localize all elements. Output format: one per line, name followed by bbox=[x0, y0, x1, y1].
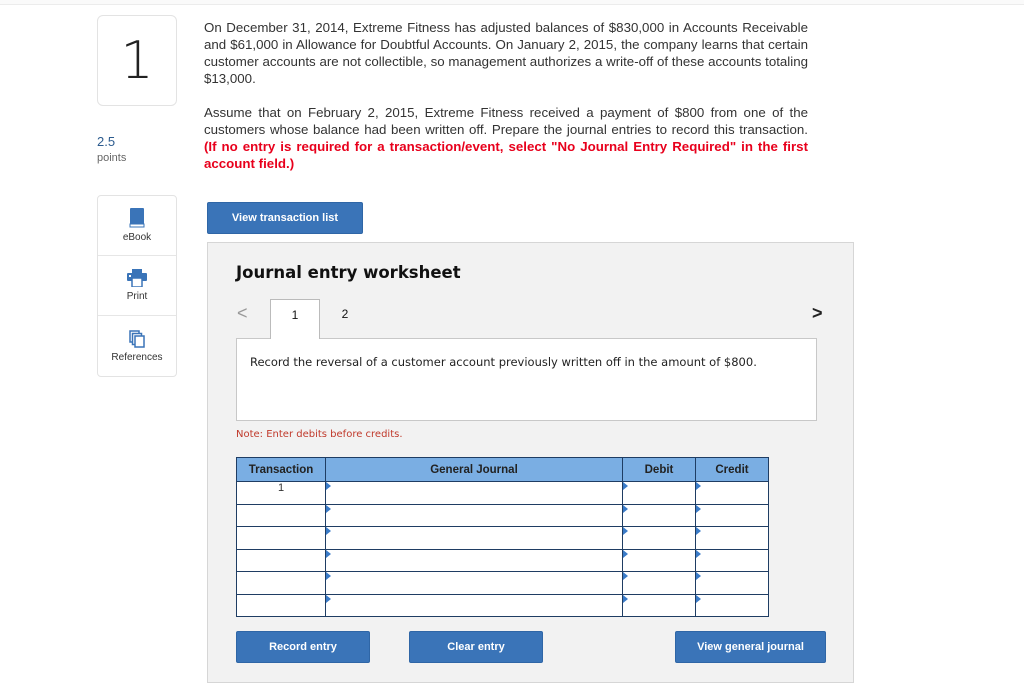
credit-input[interactable] bbox=[695, 593, 769, 617]
dropdown-marker-icon bbox=[623, 482, 628, 490]
view-general-journal-button[interactable]: View general journal bbox=[675, 631, 826, 663]
question-number: 1 bbox=[120, 30, 154, 91]
worksheet-title: Journal entry worksheet bbox=[236, 263, 461, 282]
debit-input[interactable] bbox=[622, 526, 696, 550]
account-input[interactable] bbox=[325, 503, 623, 527]
previous-arrow-icon[interactable]: < bbox=[237, 303, 248, 324]
journal-table: Transaction General Journal Debit Credit… bbox=[236, 457, 769, 617]
print-button[interactable]: Print bbox=[98, 256, 176, 316]
credit-input[interactable] bbox=[695, 548, 769, 572]
table-row bbox=[236, 548, 769, 572]
table-row bbox=[236, 503, 769, 527]
dropdown-marker-icon bbox=[623, 527, 628, 535]
transaction-cell bbox=[236, 526, 326, 550]
dropdown-marker-icon bbox=[326, 482, 331, 490]
ebook-button[interactable]: eBook bbox=[98, 196, 176, 256]
debit-input[interactable] bbox=[622, 481, 696, 505]
table-row bbox=[236, 526, 769, 550]
account-input[interactable] bbox=[325, 481, 623, 505]
top-bar bbox=[0, 0, 1024, 5]
transaction-cell: 1 bbox=[236, 481, 326, 505]
question-paragraph-1: On December 31, 2014, Extreme Fitness ha… bbox=[204, 20, 808, 86]
debits-note: Note: Enter debits before credits. bbox=[236, 429, 403, 440]
credit-input[interactable] bbox=[695, 571, 769, 595]
references-button[interactable]: References bbox=[98, 316, 176, 376]
dropdown-marker-icon bbox=[326, 549, 331, 558]
dropdown-marker-icon bbox=[623, 504, 628, 513]
dropdown-marker-icon bbox=[696, 504, 701, 513]
debit-input[interactable] bbox=[622, 548, 696, 572]
documents-icon bbox=[129, 329, 145, 348]
dropdown-marker-icon bbox=[696, 482, 701, 490]
header-general-journal: General Journal bbox=[325, 457, 623, 482]
tab-1[interactable]: 1 bbox=[270, 299, 320, 339]
question-instruction: (If no entry is required for a transacti… bbox=[204, 139, 808, 171]
next-arrow-icon[interactable]: > bbox=[812, 303, 823, 324]
journal-header-row: Transaction General Journal Debit Credit bbox=[236, 457, 769, 482]
header-credit: Credit bbox=[695, 457, 769, 482]
credit-input[interactable] bbox=[695, 503, 769, 527]
points-value: 2.5 bbox=[97, 134, 116, 149]
clear-entry-button[interactable]: Clear entry bbox=[409, 631, 543, 663]
transaction-prompt: Record the reversal of a customer accoun… bbox=[236, 338, 817, 421]
question-paragraph-2: Assume that on February 2, 2015, Extreme… bbox=[204, 104, 808, 172]
dropdown-marker-icon bbox=[326, 594, 331, 603]
transaction-cell bbox=[236, 548, 326, 572]
print-label: Print bbox=[126, 291, 148, 302]
references-label: References bbox=[111, 351, 163, 363]
dropdown-marker-icon bbox=[326, 572, 331, 580]
dropdown-marker-icon bbox=[326, 504, 331, 513]
view-transaction-list-button[interactable]: View transaction list bbox=[207, 202, 363, 234]
tools-panel: eBook Print References bbox=[97, 195, 177, 377]
header-debit: Debit bbox=[622, 457, 696, 482]
table-row bbox=[236, 593, 769, 617]
table-row: 1 bbox=[236, 481, 769, 505]
printer-icon bbox=[127, 269, 147, 287]
book-icon bbox=[129, 208, 145, 228]
account-input[interactable] bbox=[325, 548, 623, 572]
dropdown-marker-icon bbox=[696, 572, 701, 580]
dropdown-marker-icon bbox=[696, 594, 701, 603]
question-text: On December 31, 2014, Extreme Fitness ha… bbox=[204, 19, 808, 189]
account-input[interactable] bbox=[325, 526, 623, 550]
question-number-box: 1 bbox=[97, 15, 177, 106]
credit-input[interactable] bbox=[695, 526, 769, 550]
transaction-cell bbox=[236, 503, 326, 527]
ebook-label: eBook bbox=[122, 232, 152, 243]
record-entry-button[interactable]: Record entry bbox=[236, 631, 370, 663]
table-row bbox=[236, 571, 769, 595]
dropdown-marker-icon bbox=[623, 549, 628, 558]
dropdown-marker-icon bbox=[696, 549, 701, 558]
header-transaction: Transaction bbox=[236, 457, 326, 482]
dropdown-marker-icon bbox=[696, 527, 701, 535]
transaction-cell bbox=[236, 571, 326, 595]
account-input[interactable] bbox=[325, 571, 623, 595]
dropdown-marker-icon bbox=[623, 572, 628, 580]
journal-entry-worksheet: Journal entry worksheet < 1 2 > Record t… bbox=[207, 242, 854, 683]
account-input[interactable] bbox=[325, 593, 623, 617]
transaction-cell bbox=[236, 593, 326, 617]
points-label: points bbox=[97, 152, 127, 164]
debit-input[interactable] bbox=[622, 503, 696, 527]
credit-input[interactable] bbox=[695, 481, 769, 505]
dropdown-marker-icon bbox=[326, 527, 331, 535]
debit-input[interactable] bbox=[622, 571, 696, 595]
tab-2[interactable]: 2 bbox=[320, 299, 370, 339]
question-paragraph-2-text: Assume that on February 2, 2015, Extreme… bbox=[204, 105, 808, 137]
dropdown-marker-icon bbox=[623, 594, 628, 603]
debit-input[interactable] bbox=[622, 593, 696, 617]
